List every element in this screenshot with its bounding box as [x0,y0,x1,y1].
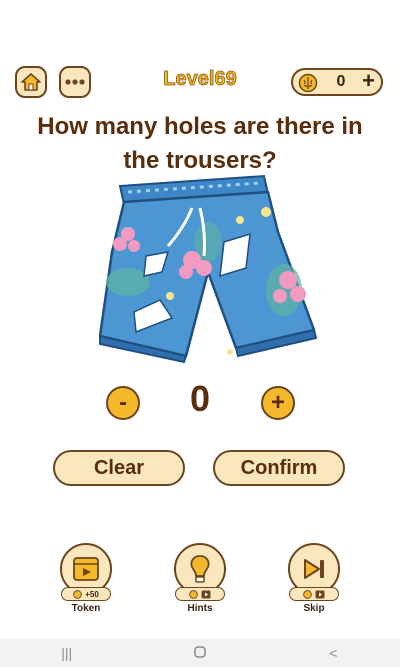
skip-label: Skip [303,603,325,614]
brain-coin-icon [298,73,318,93]
add-coins-icon[interactable]: + [362,68,375,94]
shorts-illustration [98,174,318,364]
token-button[interactable]: +50 Token [51,543,121,623]
skip-button[interactable]: Skip [279,543,349,623]
hints-label: Hints [187,603,213,614]
system-nav-bar: ||| < [0,638,400,667]
question-text: How many holes are there in the trousers… [37,113,363,174]
confirm-button[interactable]: Confirm [213,450,345,486]
level-title: Level69 [163,68,237,91]
answer-value: 0 [189,378,211,419]
hints-badge [175,587,225,601]
home-nav-icon[interactable] [180,645,220,661]
minus-button[interactable]: - [106,386,140,420]
hints-button[interactable]: Hints [165,543,235,623]
token-badge: +50 [61,587,111,601]
video-icon [315,590,325,598]
plus-button[interactable]: + [261,386,295,420]
more-icon [65,79,85,85]
skip-icon [304,559,324,579]
brain-coin-icon [189,589,198,599]
brain-coin-icon [303,589,312,599]
skip-badge [289,587,339,601]
home-button[interactable] [15,66,47,98]
video-icon [201,590,211,598]
recent-apps-icon[interactable]: ||| [47,645,87,661]
film-icon [73,557,99,581]
more-button[interactable] [59,66,91,98]
home-icon [21,73,41,91]
clear-button[interactable]: Clear [53,450,185,486]
lightbulb-icon [190,555,210,583]
brain-coin-icon [73,589,83,599]
token-label: Token [71,603,101,614]
back-icon[interactable]: < [313,645,353,661]
coin-counter[interactable]: 0 + [291,68,383,96]
coin-count: 0 [336,73,346,90]
top-bar: Level69 0 + [0,0,400,110]
